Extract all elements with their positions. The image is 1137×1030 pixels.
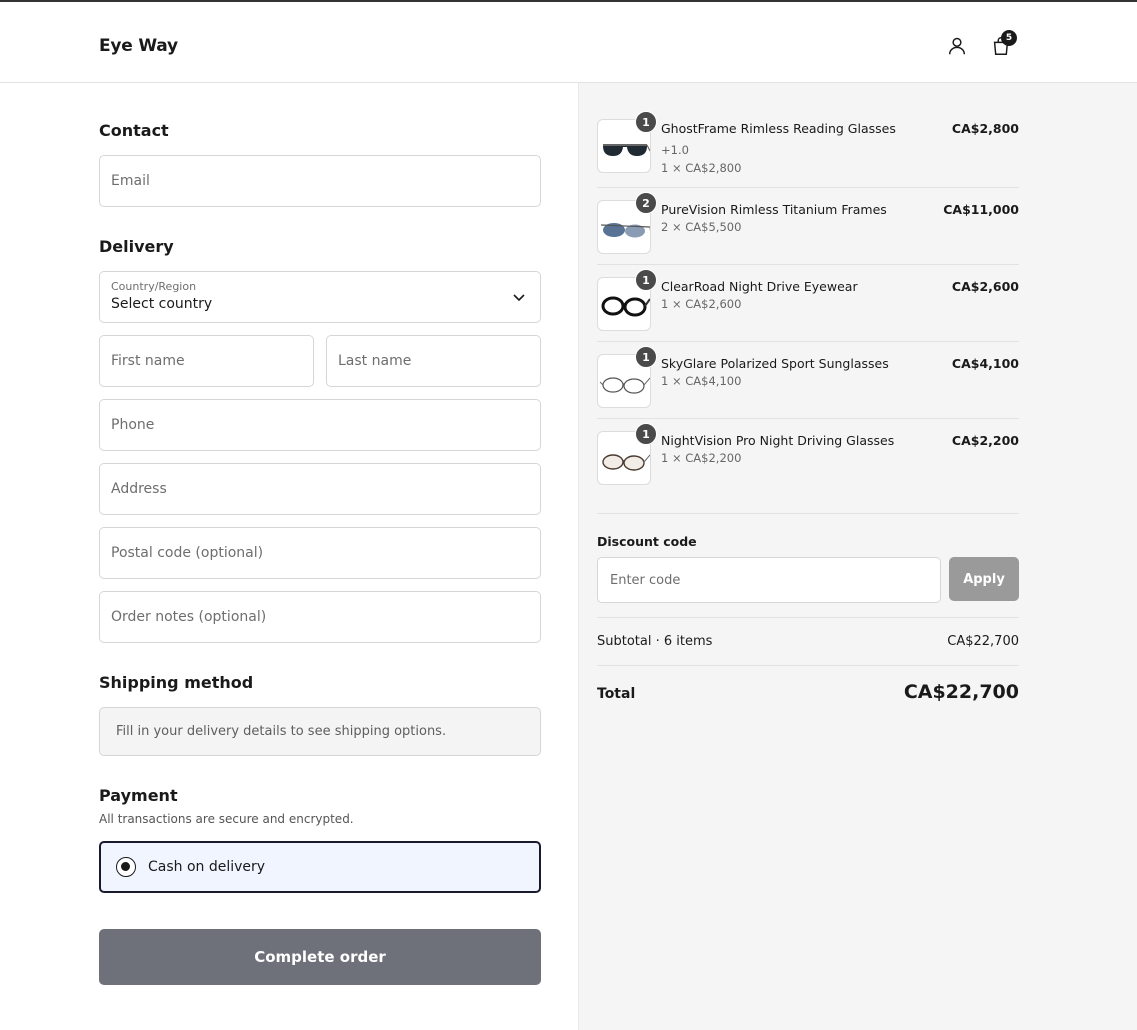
quantity-badge: 1	[635, 346, 657, 368]
complete-order-button[interactable]: Complete order	[99, 929, 541, 985]
payment-option-label: Cash on delivery	[148, 859, 266, 875]
product-unit-line: 1 × CA$2,600	[661, 297, 742, 311]
site-header: Eye Way 5	[0, 2, 1137, 83]
quantity-badge: 1	[635, 269, 657, 291]
cart-item: 2 PureVision Rimless Titanium Frames 2 ×…	[597, 188, 1019, 265]
chevron-down-icon	[513, 294, 525, 302]
product-unit-line: 2 × CA$5,500	[661, 220, 742, 234]
email-field[interactable]	[99, 155, 541, 207]
divider	[597, 665, 1019, 666]
discount-label: Discount code	[597, 534, 697, 549]
delivery-title: Delivery	[99, 237, 174, 256]
cart-item: 1 SkyGlare Polarized Sport Sunglasses 1 …	[597, 342, 1019, 419]
product-price: CA$2,200	[951, 433, 1019, 448]
contact-title: Contact	[99, 121, 169, 140]
shipping-title: Shipping method	[99, 673, 254, 692]
store-logo[interactable]: Eye Way	[99, 36, 178, 56]
order-notes-field[interactable]	[99, 591, 541, 643]
product-unit-line: 1 × CA$2,200	[661, 451, 742, 465]
product-name: PureVision Rimless Titanium Frames	[661, 202, 887, 217]
account-icon[interactable]	[946, 35, 968, 57]
country-label: Country/Region	[111, 280, 197, 293]
product-variant: +1.0	[661, 143, 689, 157]
total-label: Total	[597, 686, 636, 702]
product-price: CA$2,800	[951, 121, 1019, 136]
first-name-field[interactable]	[99, 335, 314, 387]
payment-subtitle: All transactions are secure and encrypte…	[99, 812, 354, 826]
product-name: SkyGlare Polarized Sport Sunglasses	[661, 356, 889, 371]
cart-count-badge: 5	[1001, 30, 1017, 46]
total-value: CA$22,700	[903, 681, 1019, 703]
product-unit-line: 1 × CA$4,100	[661, 374, 742, 388]
product-price: CA$2,600	[951, 279, 1019, 294]
subtotal-label: Subtotal · 6 items	[597, 634, 713, 649]
radio-selected[interactable]	[116, 857, 136, 877]
subtotal-value: CA$22,700	[947, 634, 1019, 649]
quantity-badge: 1	[635, 111, 657, 133]
quantity-badge: 1	[635, 423, 657, 445]
last-name-field[interactable]	[326, 335, 541, 387]
cart-item: 1 GhostFrame Rimless Reading Glasses +1.…	[597, 111, 1019, 188]
product-unit-line: 1 × CA$2,800	[661, 161, 742, 175]
discount-code-input[interactable]	[597, 557, 941, 603]
product-name: NightVision Pro Night Driving Glasses	[661, 433, 895, 448]
product-price: CA$11,000	[943, 202, 1019, 217]
product-name: ClearRoad Night Drive Eyewear	[661, 279, 858, 294]
payment-option-cod[interactable]: Cash on delivery	[99, 841, 541, 893]
cart-item: 1 ClearRoad Night Drive Eyewear 1 × CA$2…	[597, 265, 1019, 342]
postal-code-field[interactable]	[99, 527, 541, 579]
cart-item: 1 NightVision Pro Night Driving Glasses …	[597, 419, 1019, 496]
country-select[interactable]: Country/Region Select country	[99, 271, 541, 323]
product-name: GhostFrame Rimless Reading Glasses	[661, 121, 896, 136]
divider	[597, 617, 1019, 618]
apply-discount-button[interactable]: Apply	[949, 557, 1019, 601]
payment-title: Payment	[99, 786, 178, 805]
product-price: CA$4,100	[951, 356, 1019, 371]
country-value: Select country	[111, 296, 213, 312]
divider	[597, 513, 1019, 514]
address-field[interactable]	[99, 463, 541, 515]
quantity-badge: 2	[635, 192, 657, 214]
shipping-note: Fill in your delivery details to see shi…	[99, 707, 541, 756]
phone-field[interactable]	[99, 399, 541, 451]
